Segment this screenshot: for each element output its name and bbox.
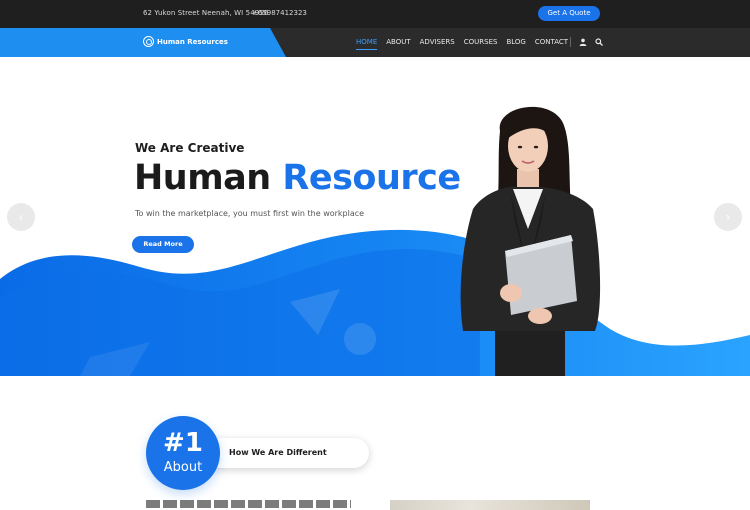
nav-item-about[interactable]: ABOUT xyxy=(386,38,410,50)
about-label: About xyxy=(163,460,203,475)
hero-headline: Human Resource xyxy=(134,158,461,198)
logo-icon xyxy=(143,36,154,47)
prev-slide-button[interactable]: ‹ xyxy=(7,203,35,231)
address-text: 62 Yukon Street Neenah, WI 54956 xyxy=(143,9,269,17)
get-a-quote-button[interactable]: Get A Quote xyxy=(538,6,600,21)
cropped-image xyxy=(390,500,590,510)
chevron-right-icon: › xyxy=(726,210,730,224)
nav-divider xyxy=(570,37,571,47)
nav-item-home[interactable]: HOME xyxy=(356,38,378,50)
about-badge: #1 About xyxy=(146,416,220,490)
main-navigation: Human Resources HOME ABOUT ADVISERS COUR… xyxy=(0,28,750,57)
read-more-button[interactable]: Read More xyxy=(132,236,194,253)
about-pill-text: How We Are Different xyxy=(229,448,327,457)
nav-menu: HOME ABOUT ADVISERS COURSES BLOG CONTACT xyxy=(356,38,568,50)
headline-blue: Resource xyxy=(282,158,461,198)
nav-icons xyxy=(570,37,603,47)
hero-wave-background xyxy=(0,229,750,376)
businesswoman-image xyxy=(460,106,601,376)
about-number: #1 xyxy=(163,428,203,458)
brand-name: Human Resources xyxy=(157,37,228,46)
about-pill: How We Are Different xyxy=(205,438,369,468)
next-slide-button[interactable]: › xyxy=(714,203,742,231)
nav-item-courses[interactable]: COURSES xyxy=(464,38,498,50)
chevron-left-icon: ‹ xyxy=(19,210,23,224)
nav-item-contact[interactable]: CONTACT xyxy=(535,38,568,50)
phone-text: +65987412323 xyxy=(252,9,307,17)
brand-logo[interactable]: Human Resources xyxy=(143,36,228,47)
hero-slider: We Are Creative Human Resource To win th… xyxy=(0,57,750,376)
search-icon[interactable] xyxy=(595,38,603,46)
hero-subline: To win the marketplace, you must first w… xyxy=(135,209,365,218)
headline-dark: Human xyxy=(134,158,271,198)
top-bar: 62 Yukon Street Neenah, WI 54956 +659874… xyxy=(0,0,750,28)
nav-item-advisers[interactable]: ADVISERS xyxy=(420,38,455,50)
hero-tagline: We Are Creative xyxy=(135,141,245,155)
user-icon[interactable] xyxy=(579,38,587,46)
nav-item-blog[interactable]: BLOG xyxy=(506,38,525,50)
